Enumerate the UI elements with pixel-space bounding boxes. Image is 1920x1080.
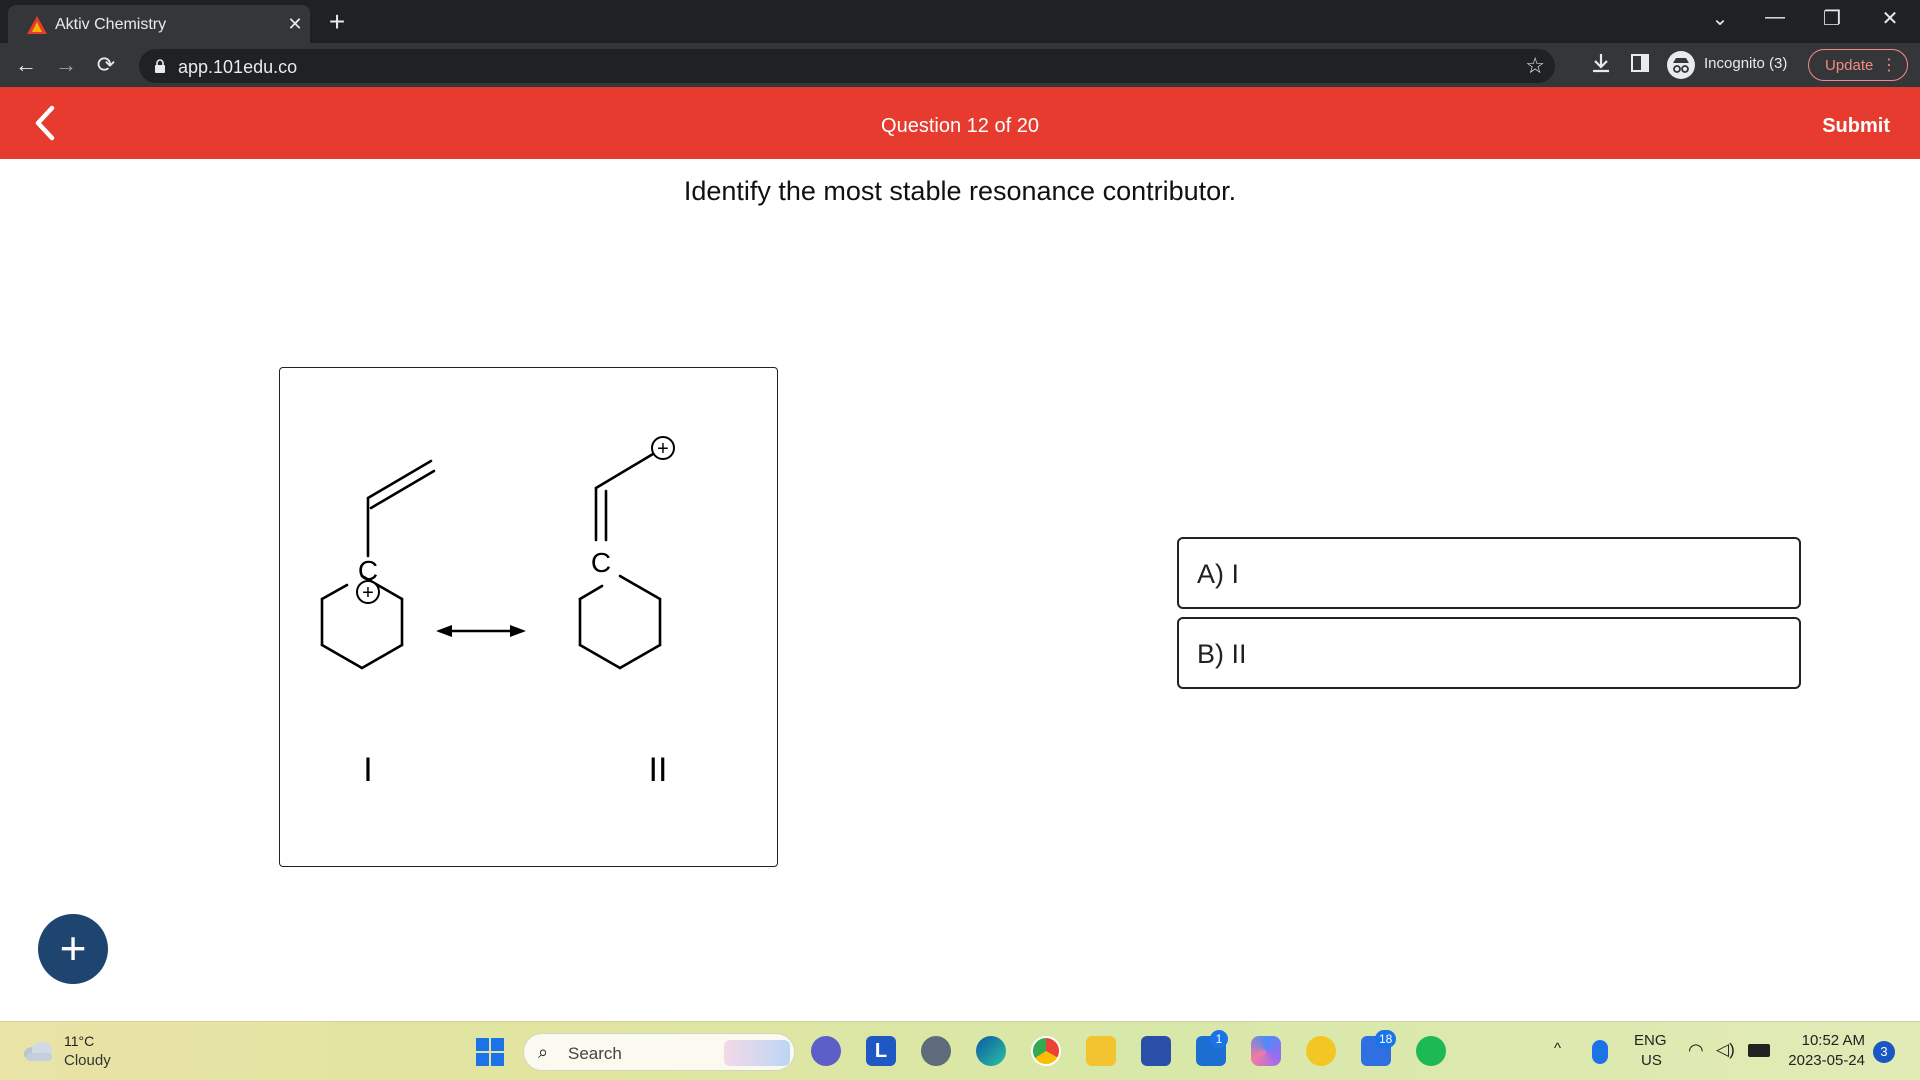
language-bottom[interactable]: US xyxy=(1641,1052,1662,1069)
charge-symbol-i: + xyxy=(362,582,374,604)
charge-symbol-ii: + xyxy=(657,438,669,460)
aktiv-logo-icon xyxy=(27,16,47,34)
windows-taskbar: 11°C Cloudy ⌕ Search L 1 18 ^ ENG US ◠ ◁… xyxy=(0,1021,1920,1080)
more-menu-icon[interactable]: ⋮ xyxy=(1881,55,1897,75)
windows-start-icon[interactable] xyxy=(476,1038,504,1066)
close-window-button[interactable]: ✕ xyxy=(1870,6,1910,31)
volume-icon[interactable]: ◁) xyxy=(1716,1040,1735,1060)
back-arrow-icon[interactable]: ← xyxy=(12,51,40,79)
incognito-icon[interactable] xyxy=(1667,51,1695,79)
tab-close-icon[interactable]: ✕ xyxy=(284,14,306,35)
download-icon[interactable] xyxy=(1590,52,1612,74)
url-text: app.101edu.co xyxy=(178,57,298,77)
edge-icon[interactable] xyxy=(976,1036,1006,1066)
search-highlight-icon xyxy=(724,1040,790,1066)
address-bar[interactable]: app.101edu.co ☆ xyxy=(139,49,1555,83)
incognito-label: Incognito (3) xyxy=(1704,55,1788,72)
todo-check-icon[interactable] xyxy=(1306,1036,1336,1066)
wifi-icon[interactable]: ◠ xyxy=(1688,1040,1704,1061)
lock-icon xyxy=(155,59,165,73)
resonance-figure: C + C + I II xyxy=(279,367,778,867)
side-panel-icon[interactable] xyxy=(1630,52,1650,74)
taskbar-search[interactable]: ⌕ Search xyxy=(523,1033,795,1071)
browser-toolbar: ← → ⟳ app.101edu.co ☆ Incognito (3) Upda… xyxy=(0,43,1920,87)
structure-ii-bond xyxy=(594,452,655,490)
carbon-label-ii: C xyxy=(591,547,611,578)
weather-desc: Cloudy xyxy=(64,1052,111,1069)
structure-ii-ring xyxy=(578,574,662,670)
search-label: Search xyxy=(568,1044,622,1063)
arrow-head-left xyxy=(436,625,452,637)
clock-time[interactable]: 10:52 AM xyxy=(1802,1032,1865,1049)
browser-tab[interactable]: Aktiv Chemistry ✕ xyxy=(8,5,310,43)
app-header: Question 12 of 20 Submit xyxy=(0,87,1920,159)
mail-badge: 1 xyxy=(1210,1030,1228,1048)
minimize-button[interactable]: — xyxy=(1755,6,1795,29)
weather-temp: 11°C xyxy=(64,1033,95,1049)
bookmark-star-icon[interactable]: ☆ xyxy=(1525,53,1545,79)
question-prompt: Identify the most stable resonance contr… xyxy=(683,176,1237,206)
spotify-icon[interactable] xyxy=(1416,1036,1446,1066)
notification-badge[interactable]: 3 xyxy=(1873,1041,1895,1063)
tray-chevron-icon[interactable]: ^ xyxy=(1554,1040,1561,1057)
browser-tab-strip: Aktiv Chemistry ✕ + ⌄ — ❐ ✕ xyxy=(0,0,1920,43)
launcher-l-icon[interactable]: L xyxy=(866,1036,896,1066)
restore-button[interactable]: ❐ xyxy=(1812,6,1852,31)
copilot-icon[interactable] xyxy=(1251,1036,1281,1066)
app-badge: 18 xyxy=(1375,1030,1397,1048)
question-counter: Question 12 of 20 xyxy=(881,115,1039,137)
choice-a-label: A) I xyxy=(1197,559,1240,589)
structure-label-i: I xyxy=(363,751,372,789)
forward-arrow-icon[interactable]: → xyxy=(52,51,80,79)
search-icon: ⌕ xyxy=(538,1042,549,1062)
update-label: Update xyxy=(1825,57,1874,74)
cloud-icon[interactable] xyxy=(22,1040,54,1062)
teams-icon[interactable] xyxy=(811,1036,841,1066)
resonance-structures-drawing: C + C + I II xyxy=(320,436,675,789)
update-button[interactable]: Update ⋮ xyxy=(1808,49,1908,81)
tab-search-chevron-icon[interactable]: ⌄ xyxy=(1700,6,1740,31)
choice-b-label: B) II xyxy=(1197,639,1247,669)
choice-a[interactable]: A) I xyxy=(1177,537,1801,609)
tab-title: Aktiv Chemistry xyxy=(55,16,167,33)
chrome-icon[interactable] xyxy=(1031,1036,1061,1066)
clock-date[interactable]: 2023-05-24 xyxy=(1788,1052,1865,1069)
bluetooth-icon[interactable] xyxy=(1592,1040,1608,1064)
plus-icon: + xyxy=(59,922,87,974)
battery-icon[interactable] xyxy=(1748,1044,1770,1057)
reload-icon[interactable]: ⟳ xyxy=(92,51,120,79)
submit-button[interactable]: Submit xyxy=(1822,115,1890,138)
choice-b[interactable]: B) II xyxy=(1177,617,1801,689)
structure-label-ii: II xyxy=(649,751,668,789)
new-tab-button[interactable]: + xyxy=(325,6,349,38)
settings-gear-icon[interactable] xyxy=(921,1036,951,1066)
add-floating-button[interactable]: + xyxy=(38,914,108,984)
arrow-head-right xyxy=(510,625,526,637)
language-top[interactable]: ENG xyxy=(1634,1032,1667,1049)
microsoft-store-icon[interactable] xyxy=(1141,1036,1171,1066)
file-explorer-icon[interactable] xyxy=(1086,1036,1116,1066)
